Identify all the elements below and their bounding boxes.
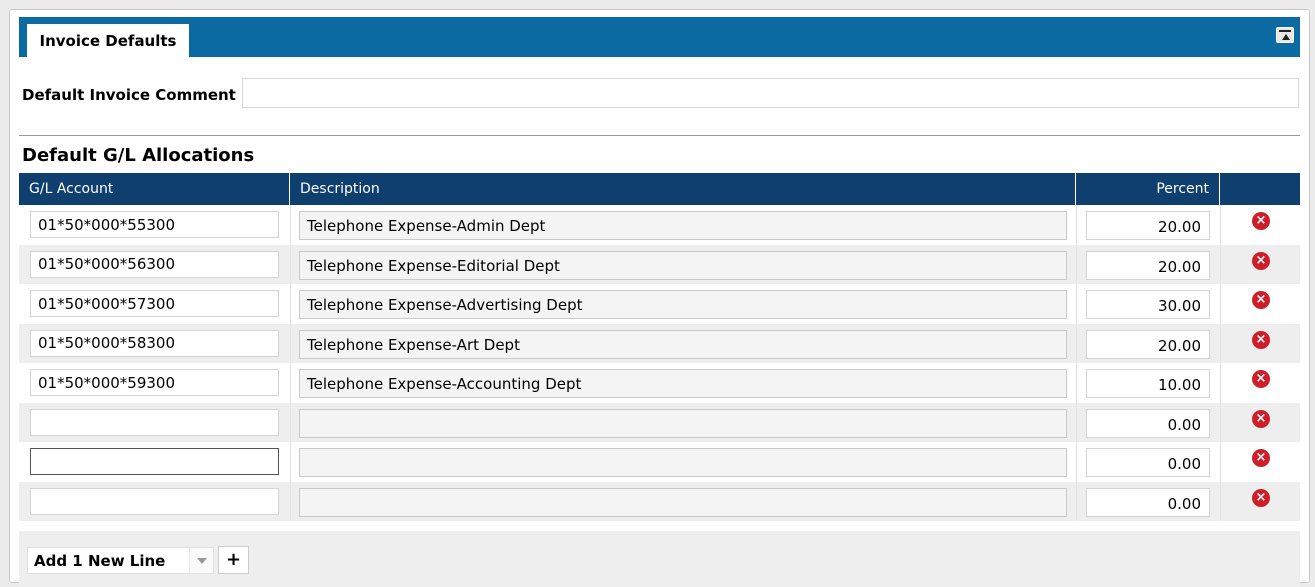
column-separator <box>1220 323 1221 363</box>
add-line-button[interactable]: + <box>218 546 249 574</box>
column-separator <box>1220 284 1221 324</box>
table-row: Telephone Expense-Art Dept 20.00 × <box>19 323 1300 363</box>
default-invoice-comment-label: Default Invoice Comment <box>22 86 236 104</box>
table-body: Telephone Expense-Admin Dept20.00×Teleph… <box>19 205 1300 521</box>
table-row: 0.00 × <box>19 481 1300 521</box>
column-separator <box>1076 481 1077 521</box>
description-field <box>299 448 1067 477</box>
gl-allocations-title: Default G/L Allocations <box>22 145 255 166</box>
add-line-select-value: Add 1 New Line <box>34 552 166 570</box>
percent-input[interactable]: 10.00 <box>1086 369 1210 398</box>
column-separator <box>290 244 291 284</box>
column-separator <box>1220 205 1221 245</box>
delete-row-icon[interactable]: × <box>1252 409 1270 428</box>
description-field <box>299 487 1067 517</box>
column-separator <box>1076 205 1077 245</box>
description-field: Telephone Expense-Admin Dept <box>299 211 1067 240</box>
description-field <box>299 408 1067 438</box>
chevron-down-icon[interactable] <box>189 548 213 573</box>
delete-row-icon[interactable]: × <box>1252 291 1270 309</box>
column-separator <box>290 402 291 442</box>
column-separator <box>1220 442 1221 482</box>
delete-row-icon[interactable]: × <box>1252 212 1270 230</box>
percent-input[interactable]: 0.00 <box>1086 408 1210 438</box>
table-row: Telephone Expense-Accounting Dept 10.00 × <box>19 363 1300 403</box>
description-field: Telephone Expense-Art Dept <box>299 329 1067 359</box>
table-row: Telephone Expense-Advertising Dept 30.00 × <box>19 284 1300 324</box>
column-header-gl-account: G/L Account <box>19 173 290 205</box>
column-separator <box>1076 323 1077 363</box>
table-row: Telephone Expense-Admin Dept 20.00 × <box>19 205 1300 245</box>
delete-row-icon[interactable]: × <box>1252 251 1270 270</box>
delete-row-icon[interactable]: × <box>1252 330 1270 349</box>
percent-input[interactable]: 20.00 <box>1086 250 1210 280</box>
column-separator <box>290 205 291 245</box>
percent-input[interactable]: 20.00 <box>1086 211 1210 240</box>
table-row: 0.00 × <box>19 402 1300 442</box>
percent-input[interactable]: 30.00 <box>1086 290 1210 319</box>
column-header-percent: Percent <box>1076 173 1220 205</box>
gl-account-input[interactable] <box>30 487 279 515</box>
gl-account-input[interactable] <box>30 408 279 436</box>
column-separator <box>290 481 291 521</box>
percent-input[interactable]: 20.00 <box>1086 329 1210 359</box>
delete-row-icon[interactable]: × <box>1252 488 1270 507</box>
column-separator <box>290 323 291 363</box>
gl-allocations-table: G/L Account Description Percent Telephon… <box>19 173 1300 521</box>
tab-invoice-defaults[interactable]: Invoice Defaults <box>27 24 189 57</box>
column-separator <box>1220 402 1221 442</box>
column-separator <box>1076 442 1077 482</box>
description-field: Telephone Expense-Editorial Dept <box>299 250 1067 280</box>
table-header: G/L Account Description Percent <box>19 173 1300 205</box>
column-separator <box>1076 284 1077 324</box>
percent-input[interactable]: 0.00 <box>1086 487 1210 517</box>
gl-account-input[interactable] <box>30 329 279 357</box>
column-separator <box>1220 363 1221 403</box>
column-separator <box>1220 244 1221 284</box>
default-invoice-comment-input[interactable] <box>242 78 1299 108</box>
gl-account-input[interactable] <box>30 448 279 475</box>
column-header-description: Description <box>290 173 1076 205</box>
gl-account-input[interactable] <box>30 250 279 278</box>
delete-row-icon[interactable]: × <box>1252 449 1270 467</box>
table-row: 0.00 × <box>19 442 1300 482</box>
gl-account-input[interactable] <box>30 211 279 238</box>
column-separator <box>1076 402 1077 442</box>
delete-row-icon[interactable]: × <box>1252 370 1270 388</box>
column-separator <box>1220 481 1221 521</box>
add-line-select[interactable]: Add 1 New Line <box>27 547 214 574</box>
tab-bar: Invoice Defaults <box>19 17 1300 57</box>
section-divider <box>19 135 1300 136</box>
gl-account-input[interactable] <box>30 290 279 317</box>
column-separator <box>290 442 291 482</box>
collapse-panel-icon[interactable] <box>1276 27 1294 43</box>
table-footer: Add 1 New Line + <box>19 531 1300 587</box>
description-field: Telephone Expense-Accounting Dept <box>299 369 1067 398</box>
invoice-defaults-panel: Invoice Defaults Default Invoice Comment… <box>9 9 1310 587</box>
table-row: Telephone Expense-Editorial Dept 20.00 × <box>19 244 1300 284</box>
gl-account-input[interactable] <box>30 369 279 396</box>
column-separator <box>290 363 291 403</box>
description-field: Telephone Expense-Advertising Dept <box>299 290 1067 319</box>
column-separator <box>290 284 291 324</box>
percent-input[interactable]: 0.00 <box>1086 448 1210 477</box>
column-separator <box>1076 244 1077 284</box>
column-separator <box>1076 363 1077 403</box>
